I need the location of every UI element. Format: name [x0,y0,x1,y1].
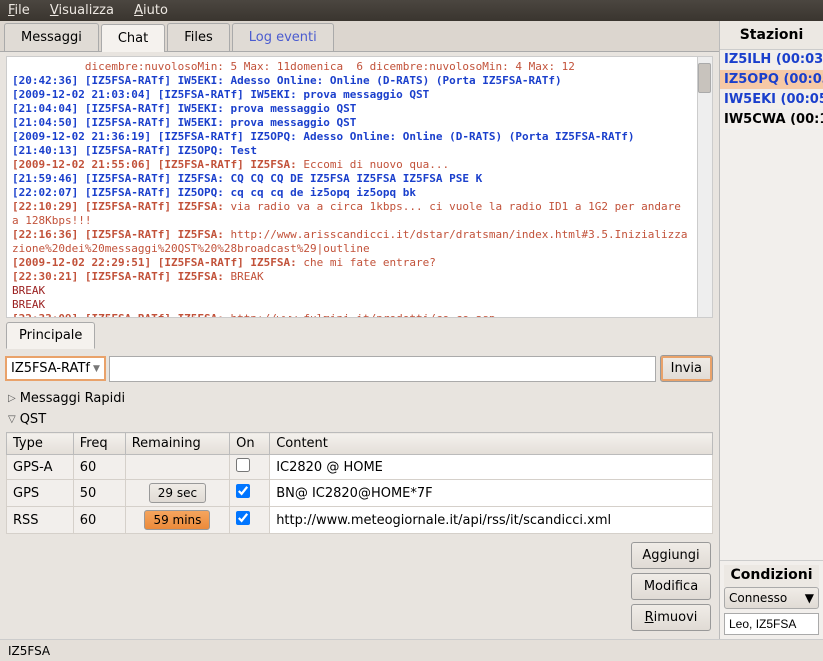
qst-table: Type Freq Remaining On Content GPS-A60IC… [6,432,713,534]
chat-input[interactable] [109,356,656,382]
dropdown-icon: ▼ [93,364,100,374]
callsign-value: IZ5FSA-RATf [11,361,90,376]
menu-view[interactable]: Visualizza [50,3,114,18]
scrollbar[interactable] [697,57,712,317]
col-freq[interactable]: Freq [73,433,125,455]
channel-tab-main[interactable]: Principale [6,322,95,349]
col-type[interactable]: Type [7,433,74,455]
col-on[interactable]: On [230,433,270,455]
stations-header: Stazioni [720,21,823,50]
tab-files[interactable]: Files [167,23,230,51]
conditions-header: Condizioni [724,565,819,587]
status-bar: IZ5FSA [0,639,823,661]
expand-down-icon: ▽ [8,414,16,425]
dropdown-icon: ▼ [805,591,814,605]
quick-messages-expander[interactable]: ▷ Messaggi Rapidi [0,388,719,409]
station-item[interactable]: IZ5OPQ (00:03) [720,70,823,90]
qst-on-checkbox[interactable] [236,458,250,472]
col-remaining[interactable]: Remaining [125,433,229,455]
qst-edit-button[interactable]: Modifica [631,573,711,600]
tab-messages[interactable]: Messaggi [4,23,99,51]
station-item[interactable]: IW5CWA (00:19) [720,110,823,130]
connection-state-value: Connesso [729,591,787,605]
main-tabs: Messaggi Chat Files Log eventi [0,21,719,52]
send-button[interactable]: Invia [660,355,713,382]
chat-log: dicembre:nuvolosoMin: 5 Max: 11domenica … [6,56,713,318]
stations-list: IZ5ILH (00:03)IZ5OPQ (00:03)IW5EKI (00:0… [720,50,823,560]
qst-add-button[interactable]: Aggiungi [631,542,711,569]
tab-chat[interactable]: Chat [101,24,165,52]
quick-messages-label: Messaggi Rapidi [20,391,125,406]
col-content[interactable]: Content [270,433,713,455]
station-item[interactable]: IZ5ILH (00:03) [720,50,823,70]
table-row[interactable]: GPS-A60IC2820 @ HOME [7,455,713,480]
channel-tabs: Principale [0,320,719,349]
qst-on-checkbox[interactable] [236,484,250,498]
menu-file[interactable]: File [8,3,30,18]
station-item[interactable]: IW5EKI (00:05) [720,90,823,110]
menu-help[interactable]: Aiuto [134,3,168,18]
scrollbar-thumb[interactable] [698,63,711,93]
table-row[interactable]: GPS5029 secBN@ IC2820@HOME*7F [7,480,713,507]
tab-events[interactable]: Log eventi [232,23,334,51]
expand-right-icon: ▷ [8,393,16,404]
qst-expander[interactable]: ▽ QST [0,409,719,430]
table-row[interactable]: RSS6059 minshttp://www.meteogiornale.it/… [7,507,713,534]
qst-remove-button[interactable]: Rimuovi [631,604,711,631]
connection-state-selector[interactable]: Connesso ▼ [724,587,819,609]
menubar: File Visualizza Aiuto [0,0,823,21]
status-text-input[interactable] [724,613,819,635]
callsign-selector[interactable]: IZ5FSA-RATf ▼ [6,357,105,380]
qst-on-checkbox[interactable] [236,511,250,525]
qst-label: QST [20,412,46,427]
